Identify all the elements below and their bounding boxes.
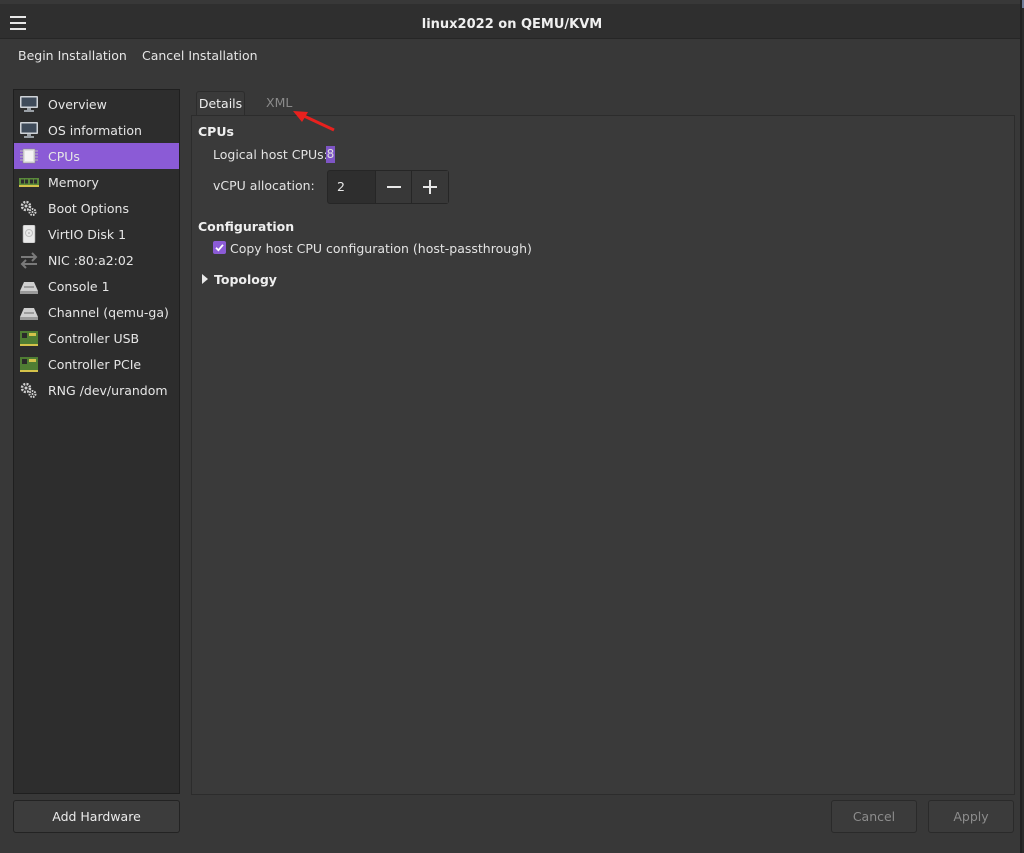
details-panel (191, 115, 1015, 795)
sidebar-item-channel-qemu-ga[interactable]: Channel (qemu-ga) (14, 299, 179, 325)
sidebar-item-label: VirtIO Disk 1 (48, 227, 127, 242)
console-icon (20, 282, 38, 294)
sidebar-item-label: RNG /dev/urandom (48, 383, 168, 398)
logical-host-cpus-label: Logical host CPUs: (213, 147, 328, 162)
monitor-icon (20, 122, 38, 138)
sidebar-item-label: Memory (48, 175, 99, 190)
logical-host-cpus-value: 8 (326, 146, 335, 163)
sidebar-item-boot-options[interactable]: Boot Options (14, 195, 179, 221)
vcpu-allocation-input[interactable]: 2 (337, 179, 345, 194)
monitor-icon (20, 96, 38, 112)
cancel-installation-button[interactable]: Cancel Installation (142, 48, 258, 63)
vm-details-window: linux2022 on QEMU/KVM Begin Installation… (0, 0, 1022, 853)
sidebar-item-label: Overview (48, 97, 107, 112)
memory-icon (19, 178, 39, 187)
sidebar-item-controller-usb[interactable]: Controller USB (14, 325, 179, 351)
cpus-section-title: CPUs (198, 124, 234, 139)
copy-host-cpu-label[interactable]: Copy host CPU configuration (host-passth… (230, 241, 532, 256)
begin-installation-button[interactable]: Begin Installation (18, 48, 127, 63)
decrement-button[interactable] (375, 171, 412, 203)
increment-button[interactable] (411, 171, 448, 203)
expander-arrow-icon[interactable] (202, 274, 208, 284)
add-hardware-button[interactable]: Add Hardware (13, 800, 180, 833)
controller-card-icon (20, 357, 38, 372)
configuration-section-title: Configuration (198, 219, 295, 234)
sidebar-item-cpus[interactable]: CPUs (14, 143, 179, 169)
sidebar-item-label: OS information (48, 123, 142, 138)
sidebar-item-label: NIC :80:a2:02 (48, 253, 134, 268)
vcpu-allocation-stepper: 2 (327, 170, 449, 204)
cancel-button[interactable]: Cancel (831, 800, 917, 833)
hardware-list: Overview OS information CPUs Memory Boot… (13, 89, 180, 794)
sidebar-item-controller-pcie[interactable]: Controller PCIe (14, 351, 179, 377)
sidebar-item-overview[interactable]: Overview (14, 91, 179, 117)
gears-icon (20, 200, 37, 216)
checkmark-icon (215, 244, 224, 252)
network-arrows-icon (20, 252, 38, 269)
sidebar-item-virtio-disk-1[interactable]: VirtIO Disk 1 (14, 221, 179, 247)
apply-button[interactable]: Apply (928, 800, 1014, 833)
window-title: linux2022 on QEMU/KVM (421, 17, 603, 32)
sidebar-item-label: Controller PCIe (48, 357, 142, 372)
sidebar-item-label: Console 1 (48, 279, 110, 294)
sidebar-item-nic[interactable]: NIC :80:a2:02 (14, 247, 179, 273)
sidebar-item-os-information[interactable]: OS information (14, 117, 179, 143)
sidebar-item-label: Controller USB (48, 331, 140, 346)
copy-host-cpu-checkbox[interactable] (213, 241, 226, 254)
sidebar-item-rng[interactable]: RNG /dev/urandom (14, 377, 179, 403)
disk-icon (22, 225, 36, 243)
annotation-arrow-icon (293, 111, 335, 132)
sidebar-item-label: Channel (qemu-ga) (48, 305, 169, 320)
console-icon (20, 308, 38, 320)
minus-icon (387, 186, 401, 188)
sidebar-item-console-1[interactable]: Console 1 (14, 273, 179, 299)
vcpu-allocation-label: vCPU allocation: (213, 178, 315, 193)
controller-card-icon (20, 331, 38, 346)
topology-expander[interactable]: Topology (214, 272, 277, 287)
sidebar-item-label: CPUs (48, 149, 80, 164)
title-bar: linux2022 on QEMU/KVM (0, 4, 1020, 39)
tab-details[interactable]: Details (196, 91, 245, 116)
sidebar-item-label: Boot Options (48, 201, 129, 216)
sidebar-item-memory[interactable]: Memory (14, 169, 179, 195)
cpu-icon (20, 148, 38, 164)
gears-icon (20, 382, 37, 398)
